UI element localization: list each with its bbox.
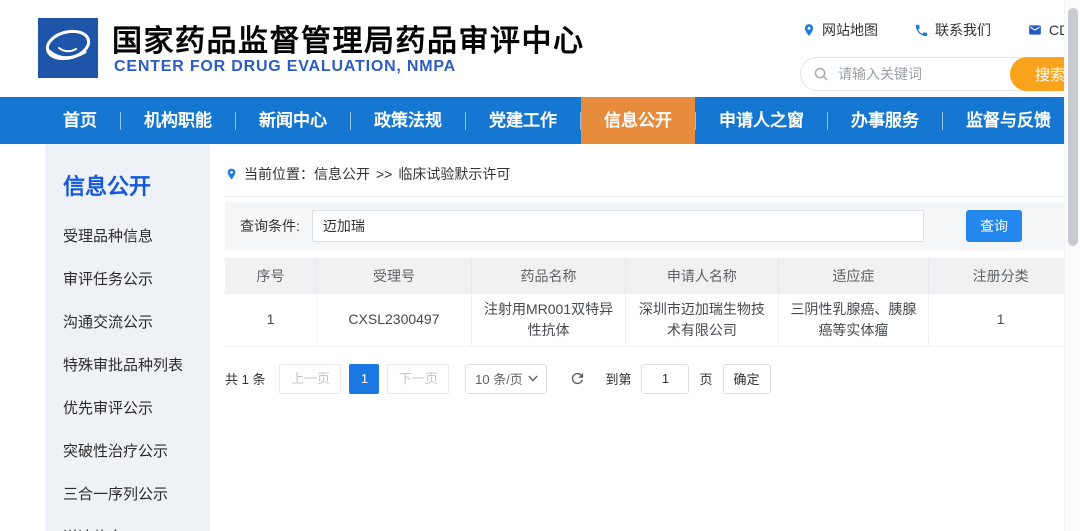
col-header-acceptance-no: 受理号	[316, 258, 471, 294]
goto-page-label: 到第	[605, 369, 631, 388]
content-area: 信息公开 受理品种信息 审评任务公示 沟通交流公示 特殊审批品种列表 优先审评公…	[0, 144, 1080, 531]
sidebar-item-review-tasks[interactable]: 审评任务公示	[63, 272, 210, 288]
page: 国家药品监督管理局药品审评中心 CENTER FOR DRUG EVALUATI…	[0, 0, 1080, 531]
col-header-index: 序号	[225, 258, 316, 294]
quick-link-sitemap[interactable]: 网站地图	[802, 20, 878, 40]
site-header: 国家药品监督管理局药品审评中心 CENTER FOR DRUG EVALUATI…	[0, 0, 1080, 97]
query-condition-input[interactable]	[312, 210, 924, 242]
breadcrumb-current: 临床试验默示许可	[398, 164, 510, 184]
sidebar-item-special-approval[interactable]: 特殊审批品种列表	[63, 358, 210, 374]
phone-icon	[914, 23, 929, 38]
next-page-button[interactable]: 下一页	[387, 364, 449, 394]
current-page-button[interactable]: 1	[349, 364, 379, 394]
cell-indication: 三阴性乳腺癌、胰腺癌等实体瘤	[778, 294, 929, 346]
scrollbar-track[interactable]	[1064, 0, 1080, 531]
sidebar-item-breakthrough-therapy[interactable]: 突破性治疗公示	[63, 444, 210, 460]
nav-item-info-disclosure[interactable]: 信息公开	[581, 97, 695, 144]
quick-links: 网站地图 联系我们 CDE邮箱	[802, 20, 1080, 40]
goto-confirm-button[interactable]: 确定	[723, 364, 771, 394]
query-button[interactable]: 查询	[966, 210, 1022, 242]
breadcrumb-label: 当前位置：信息公开	[244, 164, 370, 184]
main-nav: 首页 机构职能 新闻中心 政策法规 党建工作 信息公开 申请人之窗 办事服务 监…	[0, 97, 1080, 144]
table-header-row: 序号 受理号 药品名称 申请人名称 适应症 注册分类	[225, 258, 1072, 294]
location-pin-icon	[225, 166, 238, 182]
cell-applicant: 深圳市迈加瑞生物技术有限公司	[626, 294, 778, 346]
pagination: 共 1 条 上一页 1 下一页 10 条/页 到第 页	[225, 364, 1072, 394]
sidebar: 信息公开 受理品种信息 审评任务公示 沟通交流公示 特殊审批品种列表 优先审评公…	[45, 144, 210, 531]
page-size-select[interactable]: 10 条/页	[465, 364, 547, 394]
main-panel: 当前位置：信息公开 >> 临床试验默示许可 查询条件: 查询 序号 受理号	[210, 144, 1080, 531]
sidebar-item-communication[interactable]: 沟通交流公示	[63, 315, 210, 331]
nav-item-functions[interactable]: 机构职能	[121, 97, 235, 144]
refresh-button[interactable]	[567, 369, 587, 389]
sidebar-item-three-in-one[interactable]: 三合一序列公示	[63, 487, 210, 503]
col-header-applicant: 申请人名称	[626, 258, 778, 294]
query-condition-label: 查询条件:	[240, 216, 300, 236]
breadcrumb: 当前位置：信息公开 >> 临床试验默示许可	[225, 164, 1072, 197]
cde-logo[interactable]	[38, 18, 98, 78]
sidebar-item-accepted-varieties[interactable]: 受理品种信息	[63, 229, 210, 245]
left-gutter	[0, 144, 45, 531]
quick-link-contact[interactable]: 联系我们	[914, 20, 991, 40]
sidebar-item-priority-review[interactable]: 优先审评公示	[63, 401, 210, 417]
nav-item-home[interactable]: 首页	[40, 97, 120, 144]
col-header-indication: 适应症	[778, 258, 929, 294]
goto-page-input[interactable]	[641, 364, 689, 394]
cde-swirl-logo-icon	[38, 18, 98, 78]
col-header-registration-class: 注册分类	[929, 258, 1072, 294]
pagination-total: 共 1 条	[225, 369, 265, 388]
nav-item-policies[interactable]: 政策法规	[351, 97, 465, 144]
location-pin-icon	[802, 22, 816, 38]
table-row: 1 CXSL2300497 注射用MR001双特异性抗体 深圳市迈加瑞生物技术有…	[225, 294, 1072, 346]
chevron-down-icon	[528, 375, 538, 382]
search-icon	[813, 66, 830, 83]
sidebar-title: 信息公开	[63, 172, 210, 202]
envelope-icon	[1027, 23, 1043, 37]
col-header-drug-name: 药品名称	[471, 258, 625, 294]
cell-index: 1	[225, 294, 316, 346]
quick-link-label: 网站地图	[822, 20, 878, 40]
prev-page-button[interactable]: 上一页	[279, 364, 341, 394]
query-panel: 查询条件: 查询	[225, 202, 1072, 250]
cell-drug-name: 注射用MR001双特异性抗体	[471, 294, 625, 346]
nav-item-news[interactable]: 新闻中心	[236, 97, 350, 144]
quick-link-label: 联系我们	[935, 20, 991, 40]
breadcrumb-separator: >>	[376, 166, 392, 182]
cell-registration-class: 1	[929, 294, 1072, 346]
page-size-label: 10 条/页	[475, 369, 523, 388]
site-title-chinese: 国家药品监督管理局药品审评中心	[112, 16, 585, 60]
nav-item-party[interactable]: 党建工作	[466, 97, 580, 144]
refresh-icon	[569, 370, 586, 387]
page-unit-label: 页	[699, 369, 712, 388]
scrollbar-thumb[interactable]	[1068, 8, 1078, 246]
cell-acceptance-no: CXSL2300497	[316, 294, 471, 346]
nav-item-services[interactable]: 办事服务	[828, 97, 942, 144]
nav-item-applicant-window[interactable]: 申请人之窗	[696, 97, 827, 144]
nav-item-supervision[interactable]: 监督与反馈	[943, 97, 1074, 144]
results-table: 序号 受理号 药品名称 申请人名称 适应症 注册分类 1 CXSL2300497…	[225, 258, 1072, 347]
site-title-english: CENTER FOR DRUG EVALUATION, NMPA	[114, 58, 456, 76]
site-search: 搜索	[800, 57, 1080, 91]
